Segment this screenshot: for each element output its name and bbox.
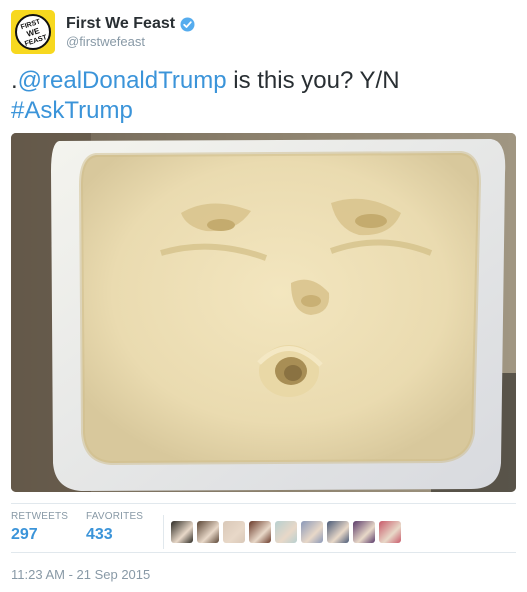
stats-bottom-divider	[11, 552, 516, 553]
favoriter-avatar[interactable]	[327, 521, 349, 543]
retweets-label: RETWEETS	[11, 511, 69, 522]
tweet-text: .@realDonaldTrump is this you? Y/N #AskT…	[11, 66, 516, 126]
favoriter-avatars	[171, 521, 401, 543]
retweets-stat[interactable]: RETWEETS 297	[11, 511, 68, 544]
favoriter-avatar[interactable]	[353, 521, 375, 543]
favorites-label: FAVORITES	[86, 511, 144, 522]
verified-badge-icon	[180, 17, 195, 32]
author-display-name[interactable]: First We Feast	[66, 15, 175, 33]
favorites-count: 433	[86, 526, 113, 543]
tweet-header: FIRST WE FEAST First We Feast @firstwefe…	[11, 10, 516, 54]
text-body: is this you? Y/N	[226, 67, 400, 94]
favoriter-avatar[interactable]	[197, 521, 219, 543]
hashtag-link[interactable]: #AskTrump	[11, 97, 133, 124]
favoriter-avatar[interactable]	[223, 521, 245, 543]
stats-top-divider	[11, 503, 516, 504]
retweets-count: 297	[11, 526, 38, 543]
first-we-feast-logo-icon: FIRST WE FEAST	[11, 10, 55, 54]
mention-link[interactable]: @realDonaldTrump	[18, 67, 227, 94]
favoriter-avatar[interactable]	[301, 521, 323, 543]
favorites-stat[interactable]: FAVORITES 433	[86, 511, 143, 544]
favoriter-avatar[interactable]	[249, 521, 271, 543]
name-line: First We Feast	[66, 14, 195, 34]
text-prefix: .	[11, 67, 18, 94]
author-avatar[interactable]: FIRST WE FEAST	[11, 10, 55, 54]
tweet-timestamp[interactable]: 11:23 AM - 21 Sep 2015	[11, 567, 150, 582]
butter-face-photo-icon	[11, 133, 516, 492]
author-handle[interactable]: @firstwefeast	[66, 34, 145, 49]
favoriter-avatar[interactable]	[275, 521, 297, 543]
engagement-stats: RETWEETS 297 FAVORITES 433	[11, 511, 516, 551]
favoriter-avatar[interactable]	[379, 521, 401, 543]
stats-separator	[163, 515, 164, 549]
favoriter-avatar[interactable]	[171, 521, 193, 543]
tweet-photo[interactable]	[11, 133, 516, 492]
